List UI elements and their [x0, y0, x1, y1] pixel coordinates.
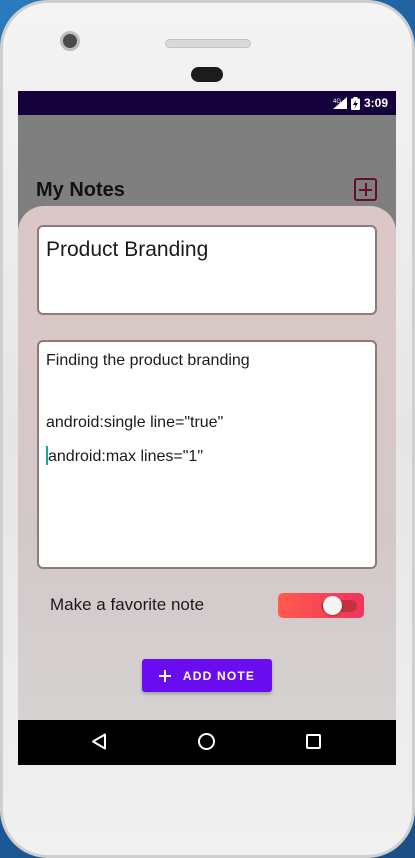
- status-bar: 4G 3:09: [18, 91, 396, 115]
- earpiece-grille: [165, 39, 251, 48]
- favorite-toggle[interactable]: [278, 593, 364, 618]
- status-time: 3:09: [363, 96, 388, 110]
- add-note-button-label: ADD NOTE: [182, 668, 256, 683]
- add-note-button[interactable]: ADD NOTE: [142, 659, 272, 692]
- toggle-thumb[interactable]: [323, 596, 342, 615]
- back-icon[interactable]: [91, 733, 107, 755]
- note-body-line: Finding the product branding: [46, 352, 250, 369]
- add-note-sheet: Product Branding Finding the product bra…: [18, 206, 396, 744]
- front-camera: [60, 31, 80, 51]
- phone-frame: 4G 3:09 My Notes Product Branding Findin…: [0, 0, 415, 858]
- home-icon[interactable]: [198, 733, 215, 750]
- battery-charging-icon: [350, 96, 360, 110]
- plus-icon: [158, 669, 171, 682]
- recent-apps-icon[interactable]: [306, 734, 321, 749]
- note-title-input[interactable]: Product Branding: [37, 225, 377, 315]
- page-title: My Notes: [36, 179, 125, 201]
- note-body-line-with-cursor: android:max lines="1": [46, 446, 203, 465]
- note-title-text: Product Branding: [46, 238, 209, 261]
- cellular-signal-icon: 4G: [332, 97, 347, 109]
- add-note-icon[interactable]: [354, 178, 377, 201]
- favorite-label: Make a favorite note: [50, 595, 205, 614]
- navigation-bar: [18, 720, 396, 765]
- app-background: My Notes Product Branding Finding the pr…: [18, 115, 396, 744]
- svg-text:4G: 4G: [333, 99, 341, 105]
- speaker: [191, 67, 223, 82]
- note-body-line: android:single line="true": [46, 414, 224, 431]
- note-body-input[interactable]: Finding the product branding android:sin…: [37, 340, 377, 569]
- device-screen: 4G 3:09 My Notes Product Branding Findin…: [18, 91, 396, 765]
